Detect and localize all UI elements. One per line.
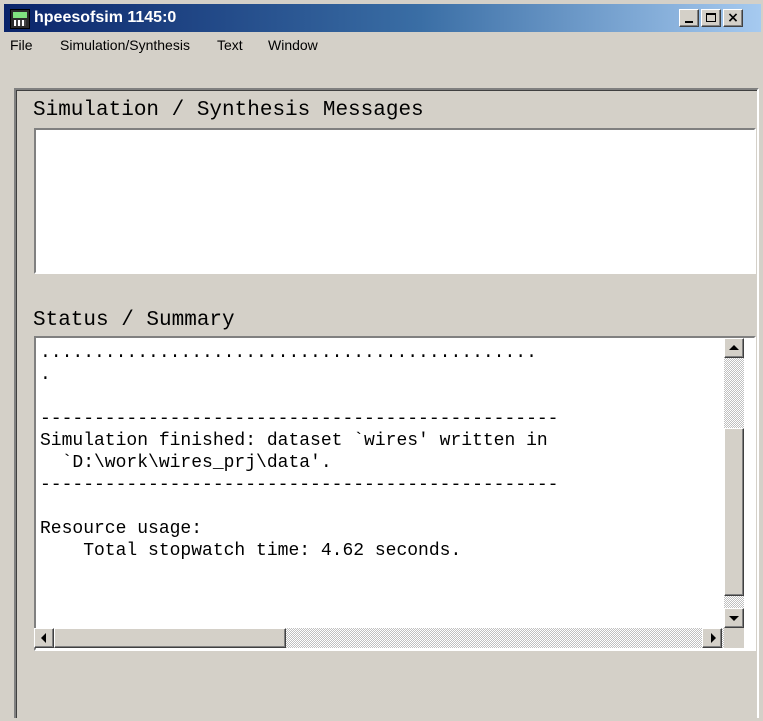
arrow-down-icon	[729, 616, 739, 621]
scrollbar-corner	[724, 628, 744, 648]
arrow-left-icon	[41, 633, 46, 643]
horizontal-scrollbar[interactable]	[34, 628, 724, 648]
status-text-area[interactable]: ........................................…	[34, 336, 756, 651]
minimize-button[interactable]	[679, 9, 699, 27]
scroll-down-button[interactable]	[724, 608, 744, 628]
scroll-right-button[interactable]	[702, 628, 722, 648]
close-button[interactable]: ×	[723, 9, 743, 27]
maximize-button[interactable]	[701, 9, 721, 27]
title-bar[interactable]: hpeesofsim 1145:0 ×	[4, 4, 761, 32]
horizontal-scroll-thumb[interactable]	[54, 628, 286, 648]
scroll-up-button[interactable]	[724, 338, 744, 358]
scroll-left-button[interactable]	[34, 628, 54, 648]
menu-text[interactable]: Text	[217, 36, 243, 54]
messages-text-area[interactable]	[34, 128, 756, 274]
vertical-scroll-thumb[interactable]	[724, 428, 744, 596]
close-icon: ×	[727, 10, 739, 26]
app-window: hpeesofsim 1145:0 × File Simulation/Synt…	[0, 0, 763, 721]
status-output-text: ........................................…	[40, 343, 559, 561]
window-title: hpeesofsim 1145:0	[34, 9, 177, 26]
messages-label: Simulation / Synthesis Messages	[33, 99, 424, 122]
vertical-scrollbar[interactable]	[724, 338, 744, 628]
arrow-right-icon	[711, 633, 716, 643]
arrow-up-icon	[729, 345, 739, 350]
menu-simulation-synthesis[interactable]: Simulation/Synthesis	[60, 36, 190, 54]
menu-window[interactable]: Window	[268, 36, 318, 54]
app-icon[interactable]	[10, 9, 30, 29]
minimize-icon	[685, 21, 693, 23]
menu-bar: File Simulation/Synthesis Text Window	[4, 34, 761, 56]
maximize-icon	[706, 13, 716, 22]
menu-file[interactable]: File	[10, 36, 33, 54]
status-label: Status / Summary	[33, 309, 235, 332]
